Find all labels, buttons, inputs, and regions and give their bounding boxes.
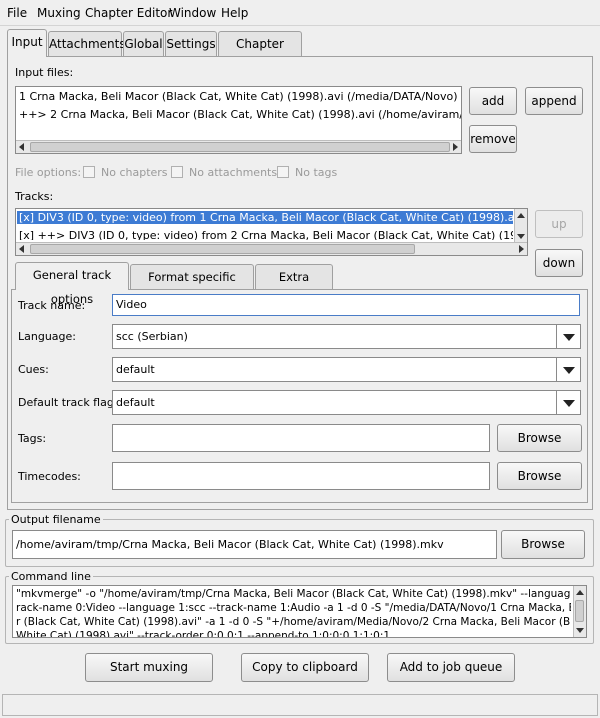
menu-file[interactable]: File: [7, 6, 27, 20]
cues-label: Cues:: [18, 363, 49, 376]
tab-input[interactable]: Input: [7, 29, 47, 57]
tab-chapter-editor[interactable]: Chapter Editor: [218, 31, 302, 75]
tab-extra-options[interactable]: Extra options: [255, 264, 333, 308]
command-vscrollbar[interactable]: [573, 586, 586, 637]
start-muxing-button[interactable]: Start muxing: [85, 653, 213, 682]
no-tags-checkbox[interactable]: [277, 166, 289, 178]
no-chapters-label: No chapters: [101, 166, 168, 179]
command-line-text[interactable]: "mkvmerge" -o "/home/aviram/tmp/Crna Mac…: [12, 585, 587, 638]
tracks-vscrollbar[interactable]: [514, 209, 527, 243]
tags-input[interactable]: [112, 424, 490, 452]
command-line-content: "mkvmerge" -o "/home/aviram/tmp/Crna Mac…: [16, 587, 571, 638]
input-files-label: Input files:: [15, 66, 74, 79]
chevron-down-icon[interactable]: [556, 358, 580, 381]
copy-to-clipboard-button[interactable]: Copy to clipboard: [241, 653, 369, 682]
input-file-item[interactable]: 1 Crna Macka, Beli Macor (Black Cat, Whi…: [19, 90, 458, 103]
command-line-title: Command line: [9, 570, 93, 583]
down-button[interactable]: down: [535, 249, 583, 277]
scroll-down-icon[interactable]: [576, 628, 584, 633]
timecodes-input[interactable]: [112, 462, 490, 490]
scroll-right-icon[interactable]: [453, 143, 458, 151]
scroll-left-icon[interactable]: [19, 245, 24, 253]
scroll-thumb[interactable]: [575, 600, 584, 622]
command-line-row: White Cat) (1998).avi" --track-order 0:0…: [16, 630, 391, 638]
no-attachments-checkbox[interactable]: [171, 166, 183, 178]
add-to-job-queue-button[interactable]: Add to job queue: [387, 653, 515, 682]
language-select[interactable]: scc (Serbian): [112, 324, 581, 349]
default-track-flag-value: default: [116, 396, 155, 409]
tags-browse-button[interactable]: Browse: [497, 424, 582, 452]
default-track-flag-label: Default track flag:: [18, 396, 118, 409]
scroll-thumb[interactable]: [30, 244, 415, 254]
tab-general-track-options[interactable]: General track options: [15, 262, 129, 306]
no-chapters-checkbox[interactable]: [83, 166, 95, 178]
cues-value: default: [116, 363, 155, 376]
no-tags-label: No tags: [295, 166, 338, 179]
file-options-label: File options:: [15, 166, 82, 179]
scroll-up-icon[interactable]: [576, 590, 584, 595]
input-files-hscrollbar[interactable]: [16, 140, 461, 153]
menu-muxing[interactable]: Muxing: [37, 6, 81, 20]
scroll-up-icon[interactable]: [517, 213, 525, 218]
tracks-label: Tracks:: [15, 190, 54, 203]
command-line-row: rack-name 0:Video --language 1:scc --tra…: [16, 602, 571, 614]
input-file-item[interactable]: ++> 2 Crna Macka, Beli Macor (Black Cat,…: [19, 108, 461, 121]
cues-select[interactable]: default: [112, 357, 581, 382]
tab-global[interactable]: Global: [123, 31, 164, 57]
status-bar: [2, 694, 598, 716]
output-browse-button[interactable]: Browse: [501, 530, 585, 559]
tab-format-specific-options[interactable]: Format specific options: [130, 264, 254, 308]
scroll-down-icon[interactable]: [517, 234, 525, 239]
command-line-row: r (Black Cat, White Cat) (1998).avi" -a …: [16, 616, 571, 628]
input-files-list[interactable]: 1 Crna Macka, Beli Macor (Black Cat, Whi…: [15, 86, 462, 154]
scroll-right-icon[interactable]: [519, 245, 524, 253]
track-name-input[interactable]: Video: [112, 294, 580, 316]
output-filename-input[interactable]: /home/aviram/tmp/Crna Macka, Beli Macor …: [12, 530, 497, 559]
no-attachments-label: No attachments: [189, 166, 278, 179]
track-item[interactable]: [x] ++> DIV3 (ID 0, type: video) from 2 …: [19, 229, 513, 240]
command-line-row: "mkvmerge" -o "/home/aviram/tmp/Crna Mac…: [16, 588, 571, 600]
tab-settings[interactable]: Settings: [165, 31, 217, 57]
chevron-down-icon[interactable]: [556, 391, 580, 414]
remove-button[interactable]: remove: [469, 125, 517, 153]
tags-label: Tags:: [18, 432, 47, 445]
track-item-selected[interactable]: [x] DIV3 (ID 0, type: video) from 1 Crna…: [17, 211, 527, 224]
language-label: Language:: [18, 330, 76, 343]
up-button[interactable]: up: [535, 210, 583, 238]
default-track-flag-select[interactable]: default: [112, 390, 581, 415]
timecodes-browse-button[interactable]: Browse: [497, 462, 582, 490]
add-button[interactable]: add: [469, 87, 517, 115]
tracks-hscrollbar[interactable]: [16, 242, 527, 255]
append-button[interactable]: append: [525, 87, 583, 115]
chevron-down-icon[interactable]: [556, 325, 580, 348]
timecodes-label: Timecodes:: [18, 470, 81, 483]
tab-attachments[interactable]: Attachments: [48, 31, 126, 57]
scroll-thumb[interactable]: [30, 142, 450, 152]
menu-bar: File Muxing Chapter Editor Window Help: [0, 0, 600, 26]
output-filename-title: Output filename: [9, 513, 103, 526]
language-value: scc (Serbian): [116, 330, 188, 343]
scroll-left-icon[interactable]: [19, 143, 24, 151]
menu-help[interactable]: Help: [221, 6, 248, 20]
tracks-list[interactable]: [x] DIV3 (ID 0, type: video) from 1 Crna…: [15, 208, 528, 256]
menu-chapter-editor[interactable]: Chapter Editor: [85, 6, 172, 20]
menu-window[interactable]: Window: [169, 6, 216, 20]
